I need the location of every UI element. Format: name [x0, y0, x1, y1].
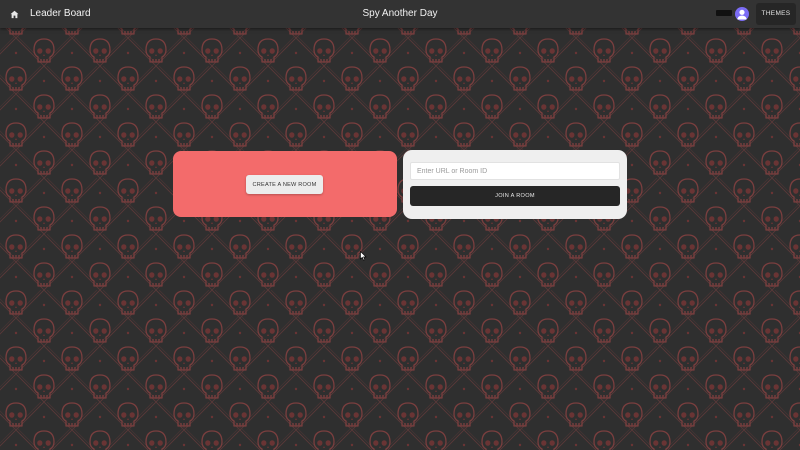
- top-app-bar: Leader Board Spy Another Day THEMES: [0, 0, 800, 28]
- create-room-panel: CREATE A NEW ROOM: [173, 151, 397, 217]
- user-avatar-button[interactable]: [735, 7, 749, 21]
- app-title: Spy Another Day: [362, 8, 438, 19]
- skull-pattern-background: [0, 28, 800, 450]
- home-button[interactable]: [6, 6, 22, 22]
- themes-button[interactable]: THEMES: [756, 3, 796, 25]
- join-room-button[interactable]: JOIN A ROOM: [410, 186, 620, 206]
- user-avatar-icon: [737, 9, 747, 20]
- join-room-panel: JOIN A ROOM: [403, 150, 627, 219]
- room-id-input[interactable]: [410, 162, 620, 180]
- mouse-cursor-icon: [360, 251, 367, 261]
- home-icon: [10, 10, 18, 18]
- create-room-button[interactable]: CREATE A NEW ROOM: [246, 175, 323, 194]
- user-name-redacted: [716, 10, 732, 16]
- leaderboard-link[interactable]: Leader Board: [30, 0, 91, 28]
